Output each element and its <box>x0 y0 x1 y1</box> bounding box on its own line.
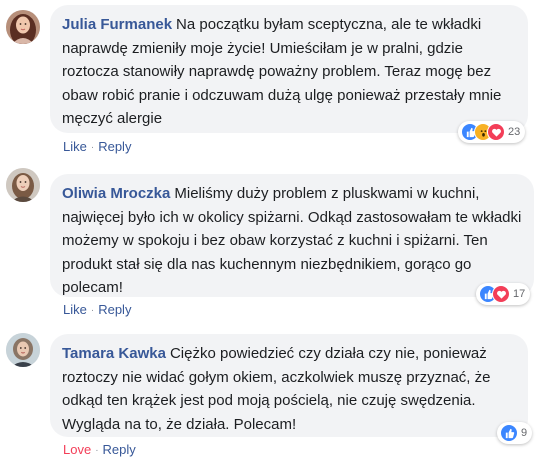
love-button[interactable]: Love <box>63 442 91 457</box>
comment-bubble: Oliwia Mroczka Mieliśmy duży problem z pl… <box>50 174 534 297</box>
reply-button[interactable]: Reply <box>98 302 131 317</box>
love-icon <box>492 285 510 303</box>
user-photo-icon <box>6 333 40 367</box>
reaction-summary[interactable]: 9 <box>497 422 533 444</box>
avatar[interactable] <box>6 333 40 367</box>
avatar[interactable] <box>6 168 40 202</box>
reaction-count: 23 <box>508 126 521 138</box>
user-photo-icon <box>6 168 40 202</box>
comment-actions: Like · Reply <box>63 302 131 317</box>
comment-bubble: Tamara Kawka Ciężko powiedzieć czy działa… <box>50 334 528 437</box>
comment-author[interactable]: Oliwia Mroczka <box>62 185 170 202</box>
separator: · <box>90 305 95 317</box>
comment-actions: Like · Reply <box>63 139 131 154</box>
comment-author[interactable]: Julia Furmanek <box>62 16 172 33</box>
love-icon <box>487 123 505 141</box>
comment-bubble: Julia Furmanek Na początku byłam sceptycz… <box>50 5 528 133</box>
reply-button[interactable]: Reply <box>103 442 136 457</box>
reaction-count: 17 <box>513 288 526 300</box>
reply-button[interactable]: Reply <box>98 139 131 154</box>
reaction-count: 9 <box>521 427 528 439</box>
user-photo-icon <box>6 10 40 44</box>
like-button[interactable]: Like <box>63 139 87 154</box>
reaction-summary[interactable]: 17 <box>476 283 531 305</box>
like-icon <box>500 424 518 442</box>
like-button[interactable]: Like <box>63 302 87 317</box>
separator: · <box>90 142 95 154</box>
comment-actions: Love · Reply <box>63 442 136 457</box>
comment-author[interactable]: Tamara Kawka <box>62 345 166 362</box>
reaction-summary[interactable]: 23 <box>458 121 526 143</box>
separator: · <box>95 445 99 457</box>
avatar[interactable] <box>6 10 40 44</box>
